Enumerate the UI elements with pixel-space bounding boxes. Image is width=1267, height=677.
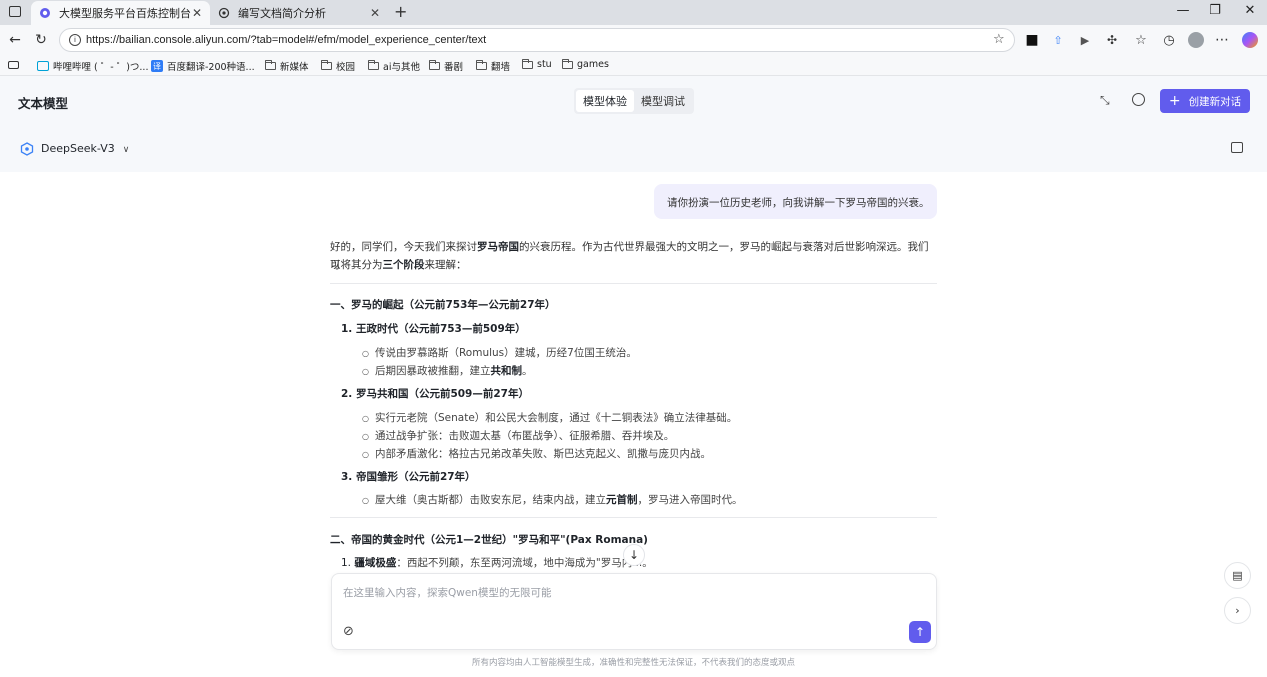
close-tab-icon[interactable]: ✕ bbox=[192, 6, 202, 20]
new-chat-button[interactable]: + 创建新对话 bbox=[1160, 89, 1250, 113]
list-item: 实行元老院（Senate）和公民大会制度，通过《十二铜表法》确立法律基础。 bbox=[362, 410, 737, 425]
copilot-icon[interactable] bbox=[1241, 31, 1259, 49]
section-heading-1: 一、罗马的崛起（公元前753年—公元前27年） bbox=[330, 299, 556, 311]
play-extension-icon[interactable]: ▶ bbox=[1076, 31, 1094, 49]
folder-icon bbox=[522, 58, 533, 69]
bilibili-icon bbox=[37, 61, 49, 71]
bookmark-baidu-translate[interactable]: 译百度翻译-200种语... bbox=[151, 59, 255, 73]
restore-icon[interactable]: ❐ bbox=[1205, 3, 1225, 18]
arrow-up-icon: ↑ bbox=[914, 625, 926, 639]
bookmark-folder-media[interactable]: 新媒体 bbox=[265, 59, 309, 73]
input-placeholder: 在这里输入内容，探索Qwen模型的无限可能 bbox=[343, 587, 552, 599]
tab-actions-icon[interactable] bbox=[9, 6, 21, 17]
tab-model-experience[interactable]: 模型体验 bbox=[576, 90, 634, 112]
app-header: 文本模型 模型体验 模型调试 ⤡ + 创建新对话 bbox=[0, 76, 1267, 126]
bookmark-folder-stu[interactable]: stu bbox=[522, 58, 552, 70]
translate-extension-icon[interactable]: ⇧ bbox=[1049, 31, 1067, 49]
section-heading-2: 二、帝国的黄金时代（公元1—2世纪）"罗马和平"(Pax Romana) bbox=[330, 534, 648, 546]
clear-icon[interactable] bbox=[1231, 142, 1243, 153]
divider bbox=[330, 283, 937, 284]
history-clock-icon[interactable] bbox=[1132, 93, 1145, 106]
model-selector[interactable]: DeepSeek-V3 ∨ bbox=[41, 142, 129, 155]
bookmark-folder-games[interactable]: games bbox=[562, 58, 609, 70]
tab-bailian-console[interactable]: 大模型服务平台百炼控制台 ✕ bbox=[31, 1, 210, 25]
divider bbox=[330, 517, 937, 518]
plus-icon: + bbox=[1168, 93, 1181, 109]
tab-title: 编写文档简介分析 bbox=[238, 7, 326, 20]
send-button[interactable]: ↑ bbox=[909, 621, 931, 643]
profile-avatar[interactable] bbox=[1187, 31, 1205, 49]
page-title: 文本模型 bbox=[18, 96, 69, 111]
model-name: DeepSeek-V3 bbox=[41, 142, 115, 155]
browser-toolbar: ← ↻ i https://bailian.console.aliyun.com… bbox=[0, 25, 1267, 56]
model-hexagon-icon bbox=[20, 141, 34, 160]
model-selector-bar: DeepSeek-V3 ∨ bbox=[0, 126, 1267, 172]
extension-icon[interactable]: ■ bbox=[1023, 31, 1041, 49]
site-info-icon[interactable]: i bbox=[69, 34, 81, 46]
collapse-icon[interactable]: ⤡ bbox=[1100, 93, 1110, 108]
tab-model-debug[interactable]: 模型调试 bbox=[634, 90, 692, 112]
chevron-right-icon[interactable]: › bbox=[1224, 597, 1251, 624]
close-tab-icon[interactable]: ✕ bbox=[370, 6, 380, 20]
document-icon[interactable]: ▤ bbox=[1224, 562, 1251, 589]
disclaimer: 所有内容均由人工智能模型生成，准确性和完整性无法保证，不代表我们的态度或观点 bbox=[471, 658, 795, 668]
reload-icon[interactable]: ↻ bbox=[32, 31, 50, 49]
folder-icon bbox=[368, 60, 379, 70]
scroll-down-icon[interactable]: ↓ bbox=[623, 544, 645, 566]
translate-icon: 译 bbox=[151, 60, 163, 72]
url-text: https://bailian.console.aliyun.com/?tab=… bbox=[86, 34, 487, 46]
bookmark-folder-anime[interactable]: 番剧 bbox=[429, 59, 463, 73]
bookmark-folder-ai[interactable]: ai与其他 bbox=[368, 59, 420, 73]
mode-switch: 模型体验 模型调试 bbox=[574, 88, 694, 114]
list-item: 屋大维（奥古斯都）击败安东尼，结束内战，建立元首制，罗马进入帝国时代。 bbox=[362, 492, 743, 507]
history-icon[interactable]: ◷ bbox=[1160, 31, 1178, 49]
folder-icon bbox=[562, 58, 573, 69]
bookmark-bilibili[interactable]: 哔哩哔哩 ( ゜- ゜)つ... bbox=[37, 59, 148, 73]
more-menu-icon[interactable]: ⋯ bbox=[1213, 31, 1231, 49]
address-bar[interactable]: i https://bailian.console.aliyun.com/?ta… bbox=[59, 28, 1015, 52]
list-item: 后期因暴政被推翻，建立共和制。 bbox=[362, 363, 533, 378]
bookmarks-bar: 哔哩哔哩 ( ゜- ゜)つ... 译百度翻译-200种语... 新媒体 校园 a… bbox=[0, 56, 1267, 76]
new-chat-label: 创建新对话 bbox=[1188, 95, 1242, 108]
list-item: 1. 疆域极盛：西起不列颠，东至两河流域，地中海成为"罗马内...。 bbox=[341, 557, 653, 569]
chat-input[interactable]: 在这里输入内容，探索Qwen模型的无限可能 ⊘ ↑ bbox=[331, 573, 937, 650]
tab-document-analysis[interactable]: 编写文档简介分析 ✕ bbox=[210, 1, 388, 25]
reading-list-icon[interactable] bbox=[8, 61, 19, 69]
assistant-intro-line-2: 以将其分为三个阶段来理解： bbox=[330, 259, 467, 271]
bailian-logo-icon bbox=[39, 7, 51, 19]
folder-icon bbox=[476, 60, 487, 70]
minimize-icon[interactable]: — bbox=[1173, 3, 1193, 18]
bookmark-folder-campus[interactable]: 校园 bbox=[321, 59, 355, 73]
list-item: 通过战争扩张：击败迦太基（布匿战争）、征服希腊、吞并埃及。 bbox=[362, 428, 674, 443]
back-icon[interactable]: ← bbox=[6, 31, 24, 49]
folder-icon bbox=[429, 60, 440, 70]
folder-icon bbox=[265, 60, 276, 70]
list-item: 内部矛盾激化：格拉古兄弟改革失败、斯巴达克起义、凯撒与庞贝内战。 bbox=[362, 446, 711, 461]
browser-tab-strip: 大模型服务平台百炼控制台 ✕ 编写文档简介分析 ✕ + — ❐ ✕ bbox=[0, 0, 1267, 25]
tab-title: 大模型服务平台百炼控制台 bbox=[59, 7, 191, 20]
favorite-star-icon[interactable]: ☆ bbox=[993, 32, 1005, 47]
subsection-heading: 3. 帝国雏形（公元前27年） bbox=[341, 471, 476, 483]
chevron-down-icon: ∨ bbox=[122, 145, 130, 155]
list-item: 传说由罗慕路斯（Romulus）建城，历经7位国王统治。 bbox=[362, 345, 637, 360]
openai-logo-icon bbox=[218, 7, 230, 19]
subsection-heading: 1. 王政时代（公元前753—前509年） bbox=[341, 323, 526, 335]
new-tab-icon[interactable]: + bbox=[394, 2, 407, 21]
folder-icon bbox=[321, 60, 332, 70]
subsection-heading: 2. 罗马共和国（公元前509—前27年） bbox=[341, 388, 529, 400]
attachment-icon[interactable]: ⊘ bbox=[343, 624, 354, 639]
extensions-icon[interactable]: ✣ bbox=[1103, 31, 1121, 49]
bookmark-folder-vpn[interactable]: 翻墙 bbox=[476, 59, 510, 73]
user-message: 请你扮演一位历史老师，向我讲解一下罗马帝国的兴衰。 bbox=[654, 184, 937, 219]
close-window-icon[interactable]: ✕ bbox=[1240, 3, 1260, 18]
favorites-icon[interactable]: ☆ bbox=[1132, 31, 1150, 49]
